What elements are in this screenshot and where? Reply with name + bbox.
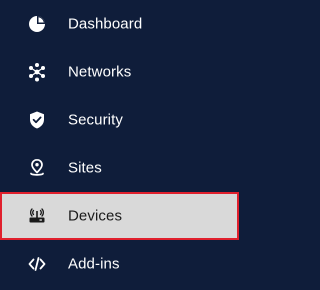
sidebar-item-label: Security <box>68 111 123 129</box>
sidebar-item-devices[interactable]: Devices <box>0 192 239 240</box>
router-icon <box>26 205 48 227</box>
location-pin-icon <box>26 157 48 179</box>
sidebar-item-networks[interactable]: Networks <box>0 48 239 96</box>
sidebar-item-label: Devices <box>68 207 123 225</box>
sidebar-nav: Dashboard Networks Security Sites Device… <box>0 0 239 290</box>
code-brackets-icon <box>26 253 48 275</box>
sidebar-item-sites[interactable]: Sites <box>0 144 239 192</box>
sidebar-item-label: Sites <box>68 159 102 177</box>
sidebar-item-label: Dashboard <box>68 15 143 33</box>
sidebar-item-dashboard[interactable]: Dashboard <box>0 0 239 48</box>
sidebar-item-security[interactable]: Security <box>0 96 239 144</box>
dashboard-pie-icon <box>26 13 48 35</box>
sidebar-item-add-ins[interactable]: Add-ins <box>0 240 239 288</box>
shield-check-icon <box>26 109 48 131</box>
sidebar-item-label: Networks <box>68 63 132 81</box>
sidebar-item-label: Add-ins <box>68 255 120 273</box>
network-nodes-icon <box>26 61 48 83</box>
